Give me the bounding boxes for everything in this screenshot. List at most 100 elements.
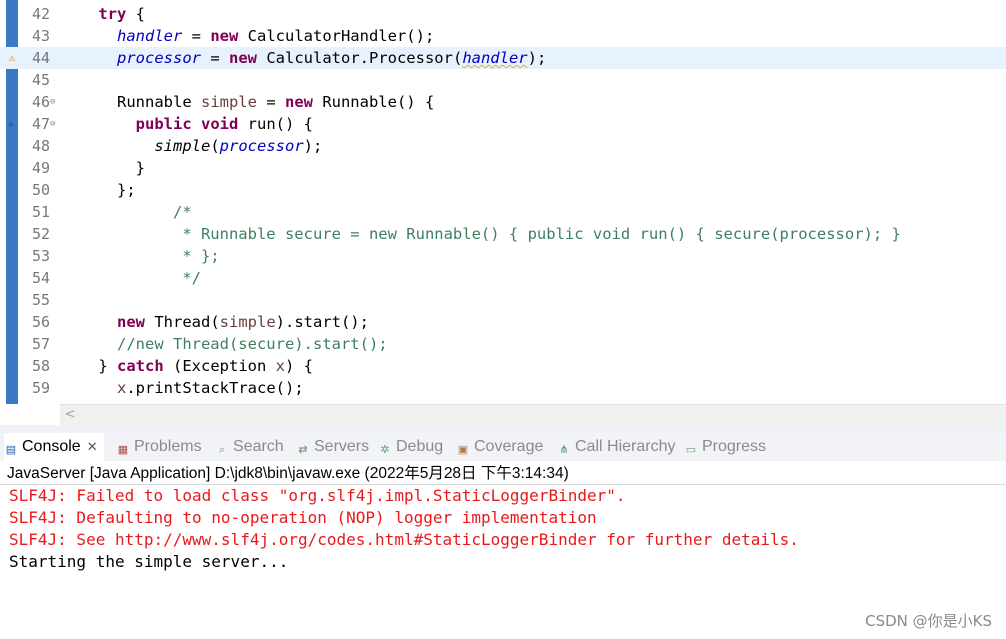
- code-line[interactable]: 56 new Thread(simple).start();: [0, 311, 1006, 333]
- code-token: new: [229, 49, 257, 67]
- code-line[interactable]: 58 } catch (Exception x) {: [0, 355, 1006, 377]
- code-token: =: [182, 27, 211, 45]
- code-token: Runnable: [61, 93, 201, 111]
- debug-icon: ✲: [380, 444, 390, 456]
- code-token: * };: [61, 247, 220, 265]
- code-text: processor = new Calculator.Processor(han…: [61, 47, 546, 69]
- line-number: 50: [31, 181, 50, 199]
- call-hierarchy-icon: ⋔: [559, 444, 569, 456]
- code-token: new: [210, 27, 239, 45]
- code-token: =: [201, 49, 229, 67]
- console-view[interactable]: JavaServer [Java Application] D:\jdk8\bi…: [0, 461, 1006, 639]
- code-token: void: [201, 115, 239, 133]
- line-number: 57: [31, 335, 50, 353]
- code-token: public: [135, 115, 192, 133]
- code-text: } catch (Exception x) {: [61, 355, 313, 377]
- code-token: Runnable() {: [312, 93, 435, 111]
- console-line: Starting the simple server...: [9, 552, 289, 571]
- code-line[interactable]: 43 handler = new CalculatorHandler();: [0, 25, 1006, 47]
- code-text: }: [61, 157, 145, 179]
- console-output[interactable]: SLF4J: Failed to load class "org.slf4j.i…: [9, 485, 799, 573]
- code-token: CalculatorHandler();: [238, 27, 435, 45]
- code-token: x: [117, 379, 127, 397]
- tab-label: Coverage: [474, 438, 544, 455]
- code-line[interactable]: 45: [0, 69, 1006, 91]
- servers-icon: ⇄: [298, 444, 308, 456]
- code-text: handler = new CalculatorHandler();: [61, 25, 434, 47]
- tab-console[interactable]: ▤ Console ✕: [4, 433, 104, 461]
- search-icon: ⌕: [218, 444, 226, 456]
- line-number: 46: [31, 93, 50, 111]
- tab-debug[interactable]: ✲ Debug: [378, 433, 443, 461]
- line-number: 42: [31, 5, 50, 23]
- code-line[interactable]: 50 };: [0, 179, 1006, 201]
- code-token: }: [61, 159, 145, 177]
- tab-label: Call Hierarchy: [575, 438, 676, 455]
- code-token: simple: [200, 93, 257, 111]
- code-token: new: [284, 93, 313, 111]
- line-number: 49: [31, 159, 50, 177]
- code-line[interactable]: 49 }: [0, 157, 1006, 179]
- code-line[interactable]: 44 ⚠ processor = new Calculator.Processor…: [0, 47, 1006, 69]
- tab-search[interactable]: ⌕ Search: [215, 433, 284, 461]
- watermark: CSDN @你是小KS: [865, 612, 992, 630]
- code-token: {: [126, 5, 145, 23]
- line-number: 55: [31, 291, 50, 309]
- panel-divider[interactable]: [0, 425, 1006, 433]
- warning-marker-icon[interactable]: ⚠: [6, 50, 18, 66]
- tab-coverage[interactable]: ▣ Coverage: [456, 433, 544, 461]
- code-token: ).start();: [275, 313, 369, 331]
- tab-call-hierarchy[interactable]: ⋔ Call Hierarchy: [557, 433, 675, 461]
- code-token: Calculator.Processor(: [257, 49, 463, 67]
- fold-collapse-icon[interactable]: ⊖: [50, 91, 55, 113]
- tab-problems[interactable]: ▦ Problems: [116, 433, 202, 461]
- console-line: SLF4J: Failed to load class "org.slf4j.i…: [9, 486, 626, 505]
- line-number: 59: [31, 379, 50, 397]
- code-line[interactable]: 42 try {: [0, 3, 1006, 25]
- gutter-bottom: [0, 404, 60, 424]
- tab-label: Debug: [396, 438, 444, 455]
- eclipse-window: 42 try {43 handler = new CalculatorHandl…: [0, 0, 1006, 639]
- code-token: */: [61, 269, 201, 287]
- code-line[interactable]: 47 ⊖ ▲ public void run() {: [0, 113, 1006, 135]
- code-line[interactable]: 52 * Runnable secure = new Runnable() { …: [0, 223, 1006, 245]
- fold-collapse-icon[interactable]: ⊖: [50, 113, 55, 135]
- code-token: processor: [219, 137, 304, 155]
- code-line[interactable]: 54 */: [0, 267, 1006, 289]
- scroll-left-arrow-icon[interactable]: <: [64, 405, 76, 425]
- code-line[interactable]: 51 /*: [0, 201, 1006, 223]
- code-token: new: [117, 313, 145, 331]
- horizontal-scrollbar[interactable]: <: [60, 404, 1006, 425]
- tab-label: Problems: [134, 438, 202, 455]
- tab-progress[interactable]: ▭ Progress: [684, 433, 766, 461]
- console-launch-title: JavaServer [Java Application] D:\jdk8\bi…: [7, 465, 569, 482]
- code-line[interactable]: 53 * };: [0, 245, 1006, 267]
- code-line[interactable]: 48 simple(processor);: [0, 135, 1006, 157]
- code-token: simple: [154, 137, 211, 155]
- code-line[interactable]: 46 ⊖ Runnable simple = new Runnable() {: [0, 91, 1006, 113]
- code-line[interactable]: 57 //new Thread(secure).start();: [0, 333, 1006, 355]
- code-token: processor: [117, 49, 201, 67]
- line-number: 44: [31, 49, 50, 67]
- tab-label: Progress: [702, 438, 767, 455]
- close-icon[interactable]: ✕: [87, 439, 98, 454]
- code-editor[interactable]: 42 try {43 handler = new CalculatorHandl…: [0, 0, 1006, 404]
- override-marker-icon[interactable]: ▲: [8, 117, 14, 131]
- code-token: try: [98, 5, 127, 23]
- code-line[interactable]: 55: [0, 289, 1006, 311]
- line-number: 53: [31, 247, 50, 265]
- console-line: SLF4J: See http://www.slf4j.org/codes.ht…: [9, 530, 799, 549]
- code-line[interactable]: 59 x.printStackTrace();: [0, 377, 1006, 399]
- code-lines[interactable]: 42 try {43 handler = new CalculatorHandl…: [0, 3, 1006, 399]
- code-token: (Exception: [163, 357, 276, 375]
- code-token: );: [303, 137, 323, 155]
- code-text: new Thread(simple).start();: [61, 311, 369, 333]
- tab-servers[interactable]: ⇄ Servers: [296, 433, 369, 461]
- line-number: 58: [31, 357, 50, 375]
- progress-icon: ▭: [685, 444, 697, 456]
